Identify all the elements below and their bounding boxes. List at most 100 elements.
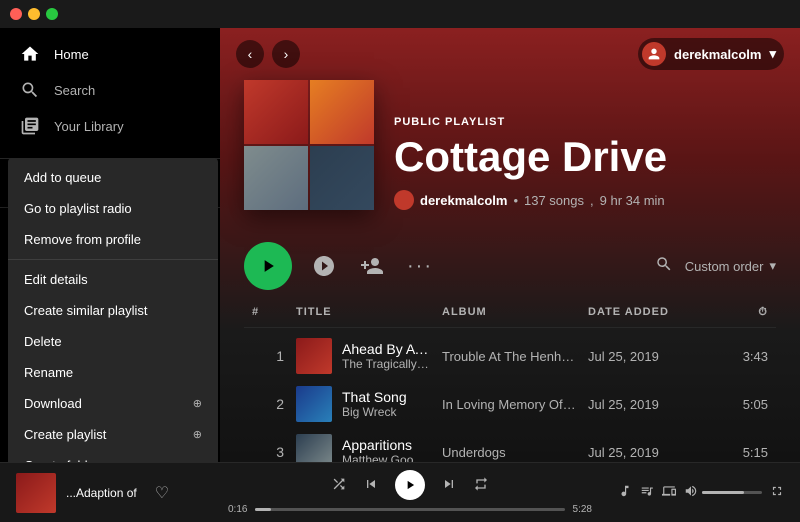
context-menu: Add to queue Go to playlist radio Remove… xyxy=(8,158,218,462)
track-thumbnail xyxy=(296,386,332,422)
track-info: Apparitions Matthew Good Band xyxy=(296,434,430,462)
devices-icon[interactable] xyxy=(662,484,676,501)
sidebar-library-label: Your Library xyxy=(54,119,124,134)
traffic-lights xyxy=(10,8,58,20)
cover-cell-3 xyxy=(244,146,308,210)
playlist-cover xyxy=(244,80,374,210)
shuffle-button[interactable] xyxy=(331,476,347,495)
time-current: 0:16 xyxy=(228,504,247,515)
menu-delete[interactable]: Delete xyxy=(8,326,218,357)
time-total: 5:28 xyxy=(573,504,592,515)
col-header-album: ALBUM xyxy=(442,306,576,319)
sidebar-item-search[interactable]: Search xyxy=(0,72,220,108)
minimize-button[interactable] xyxy=(28,8,40,20)
lyrics-icon[interactable] xyxy=(618,484,632,501)
forward-button[interactable]: › xyxy=(272,40,300,68)
nav-buttons: ‹ › xyxy=(236,40,300,68)
track-album: Underdogs xyxy=(442,445,576,460)
track-number: 2 xyxy=(252,396,284,412)
custom-order-dropdown-icon: ▾ xyxy=(769,258,776,274)
sidebar: Home Search Your Library Create Playlist xyxy=(0,28,220,462)
app-body: Home Search Your Library Create Playlist xyxy=(0,28,800,462)
track-thumbnail xyxy=(296,434,332,462)
home-icon xyxy=(20,44,40,64)
track-text: That Song Big Wreck xyxy=(342,389,407,419)
player-track-info: ...Adaption of ♡ xyxy=(16,473,216,513)
col-header-num: # xyxy=(252,306,284,319)
menu-create-folder[interactable]: Create folder xyxy=(8,450,218,462)
progress-track[interactable] xyxy=(255,508,564,511)
track-number: 3 xyxy=(252,444,284,460)
track-name: That Song xyxy=(342,389,407,405)
track-name: Ahead By A Century xyxy=(342,341,430,357)
sidebar-item-library[interactable]: Your Library xyxy=(0,108,220,144)
prev-button[interactable] xyxy=(363,476,379,495)
col-header-title: TITLE xyxy=(296,306,430,319)
track-list: # TITLE ALBUM DATE ADDED ⏱ 1 Ahead By A … xyxy=(220,302,800,462)
menu-create-similar-playlist[interactable]: Create similar playlist xyxy=(8,295,218,326)
table-row[interactable]: 3 Apparitions Matthew Good Band Underdog… xyxy=(244,428,776,462)
player-play-button[interactable] xyxy=(395,470,425,500)
menu-download[interactable]: Download ⊕ xyxy=(8,388,218,419)
track-text: Apparitions Matthew Good Band xyxy=(342,437,430,462)
download-icon: ⊕ xyxy=(193,397,202,410)
playlist-info: PUBLIC PLAYLIST Cottage Drive derekmalco… xyxy=(394,116,776,210)
heart-icon[interactable]: ♡ xyxy=(155,483,169,503)
queue-icon[interactable] xyxy=(640,484,654,501)
volume-track[interactable] xyxy=(702,491,762,494)
track-artist: Matthew Good Band xyxy=(342,453,430,462)
meta-song-count: 137 songs xyxy=(524,193,584,208)
top-bar: ‹ › derekmalcolm ▾ xyxy=(220,28,800,80)
sidebar-search-label: Search xyxy=(54,83,95,98)
fullscreen-button[interactable] xyxy=(46,8,58,20)
cover-cell-4 xyxy=(310,146,374,210)
custom-order-button[interactable]: Custom order ▾ xyxy=(685,258,776,274)
main-content: ‹ › derekmalcolm ▾ PUBLIC PLAYLIST Co xyxy=(220,28,800,462)
download-button[interactable] xyxy=(308,250,340,282)
playlist-meta: derekmalcolm • 137 songs , 9 hr 34 min xyxy=(394,190,776,210)
user-menu-button[interactable]: derekmalcolm ▾ xyxy=(638,38,784,70)
track-info: Ahead By A Century The Tragically Hip xyxy=(296,338,430,374)
menu-add-to-queue[interactable]: Add to queue xyxy=(8,162,218,193)
meta-duration: 9 hr 34 min xyxy=(600,193,665,208)
track-duration: 3:43 xyxy=(720,349,768,364)
menu-edit-details[interactable]: Edit details xyxy=(8,264,218,295)
play-button[interactable] xyxy=(244,242,292,290)
player-info: ...Adaption of xyxy=(66,486,137,500)
meta-avatar xyxy=(394,190,414,210)
more-button[interactable]: ··· xyxy=(404,250,436,282)
table-row[interactable]: 2 That Song Big Wreck In Loving Memory O… xyxy=(244,380,776,428)
menu-remove-from-profile[interactable]: Remove from profile xyxy=(8,224,218,255)
player-right-controls xyxy=(604,484,784,501)
track-search-button[interactable] xyxy=(655,255,673,278)
menu-create-playlist[interactable]: Create playlist ⊕ xyxy=(8,419,218,450)
table-row[interactable]: 1 Ahead By A Century The Tragically Hip … xyxy=(244,332,776,380)
add-user-button[interactable] xyxy=(356,250,388,282)
fullscreen-icon[interactable] xyxy=(770,484,784,501)
col-header-duration: ⏱ xyxy=(720,306,768,319)
title-bar xyxy=(0,0,800,28)
repeat-button[interactable] xyxy=(473,476,489,495)
back-button[interactable]: ‹ xyxy=(236,40,264,68)
next-button[interactable] xyxy=(441,476,457,495)
player-track-thumbnail xyxy=(16,473,56,513)
track-album: In Loving Memory Of - 2... xyxy=(442,397,576,412)
track-date: Jul 25, 2019 xyxy=(588,445,708,460)
username-label: derekmalcolm xyxy=(674,47,761,62)
volume-icon[interactable] xyxy=(684,484,698,501)
track-number: 1 xyxy=(252,348,284,364)
user-avatar xyxy=(642,42,666,66)
player-track-name: ...Adaption of xyxy=(66,486,137,500)
close-button[interactable] xyxy=(10,8,22,20)
menu-go-to-playlist-radio[interactable]: Go to playlist radio xyxy=(8,193,218,224)
sidebar-item-home[interactable]: Home xyxy=(0,36,220,72)
playlist-header: PUBLIC PLAYLIST Cottage Drive derekmalco… xyxy=(220,80,800,230)
menu-divider-1 xyxy=(8,259,218,260)
menu-rename[interactable]: Rename xyxy=(8,357,218,388)
track-date: Jul 25, 2019 xyxy=(588,349,708,364)
cover-cell-2 xyxy=(310,80,374,144)
player-controls: 0:16 5:28 xyxy=(228,470,592,515)
track-album: Trouble At The Henhouse xyxy=(442,349,576,364)
volume-bar xyxy=(684,484,762,501)
create-playlist-icon: ⊕ xyxy=(193,428,202,441)
